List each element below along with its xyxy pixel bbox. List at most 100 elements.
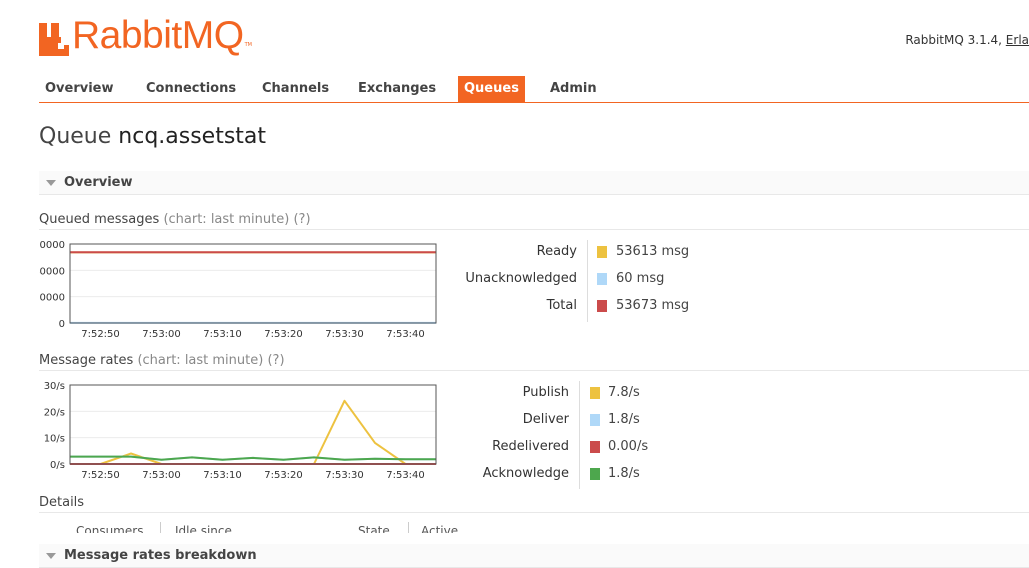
- message-rates-help[interactable]: (?): [267, 353, 284, 368]
- plot-area: [70, 385, 436, 464]
- legend-name: Ready: [536, 244, 577, 259]
- main-nav: Overview Connections Channels Exchanges …: [39, 76, 1029, 103]
- redelivered-color-swatch: [590, 441, 600, 453]
- tab-admin[interactable]: Admin: [544, 76, 603, 102]
- queued-messages-chart-svg: 0 20000 40000 60000 7:52:50 7:53:00 7:53:10 7:5…: [33, 240, 437, 340]
- total-color-swatch: [597, 300, 607, 312]
- x-tick-label: 7:52:50: [81, 329, 120, 340]
- y-tick-label: 0: [59, 319, 65, 330]
- message-rates-breakdown-toggle[interactable]: Message rates breakdown: [39, 544, 1029, 568]
- details-col-label: Active: [421, 524, 459, 533]
- unacknowledged-color-swatch: [597, 273, 607, 285]
- y-tick-label: 0/s: [50, 460, 65, 471]
- queue-name: ncq.assetstat: [118, 124, 267, 149]
- tab-overview[interactable]: Overview: [39, 76, 120, 102]
- details-divider: [39, 512, 1029, 513]
- x-tick-label: 7:53:30: [325, 470, 364, 481]
- page-title-prefix: Queue: [39, 124, 112, 149]
- details-col-label: Consumers: [76, 524, 144, 533]
- legend-name: Deliver: [522, 412, 569, 427]
- queued-messages-label: Queued messages: [39, 212, 160, 227]
- legend-value: 7.8/s: [608, 385, 640, 400]
- queued-messages-help[interactable]: (?): [293, 212, 310, 227]
- x-tick-label: 7:52:50: [81, 470, 120, 481]
- details-table-header: Consumers Idle since State Active: [76, 524, 496, 533]
- message-rates-label: Message rates: [39, 353, 134, 368]
- message-rates-chart: 0/s 10/s 20/s 30/s 7:52:50 7:53:00 7:53:10 7:53…: [39, 379, 469, 489]
- message-rates-chart-svg: 0/s 10/s 20/s 30/s 7:52:50 7:53:00 7:53:10 7:53…: [44, 381, 437, 481]
- overview-section-label: Overview: [64, 175, 133, 190]
- collapse-triangle-icon: [46, 180, 56, 186]
- x-tick-label: 7:53:10: [203, 329, 242, 340]
- legend-value: 1.8/s: [608, 412, 640, 427]
- legend-value: 60 msg: [616, 271, 665, 286]
- y-tick-label: 40000: [39, 266, 65, 277]
- legend-name: Acknowledge: [482, 466, 569, 481]
- x-tick-label: 7:53:10: [203, 470, 242, 481]
- legend-row-redelivered: Redelivered: [439, 439, 569, 455]
- legend-value: 0.00/s: [608, 439, 649, 454]
- brand-trademark: TM: [244, 42, 252, 48]
- legend-name: Unacknowledged: [465, 271, 577, 286]
- deliver-color-swatch: [590, 414, 600, 426]
- tab-queues[interactable]: Queues: [458, 76, 525, 102]
- details-col-label: Idle since: [175, 524, 232, 533]
- x-tick-label: 7:53:00: [142, 470, 181, 481]
- queued-messages-header: Queued messages (chart: last minute) (?): [39, 212, 1029, 230]
- legend-value: 53673 msg: [616, 298, 690, 313]
- collapse-triangle-icon: [46, 553, 56, 559]
- details-col-separator: [160, 522, 161, 533]
- y-tick-label: 60000: [39, 240, 65, 251]
- rabbit-logo-icon: [39, 23, 69, 56]
- message-rates-breakdown-label: Message rates breakdown: [64, 548, 257, 563]
- tab-channels[interactable]: Channels: [256, 76, 335, 102]
- queued-messages-chart-hint[interactable]: (chart: last minute): [163, 212, 289, 227]
- legend-row-deliver: Deliver: [439, 412, 569, 428]
- tab-exchanges[interactable]: Exchanges: [352, 76, 442, 102]
- message-rates-header: Message rates (chart: last minute) (?): [39, 353, 1029, 371]
- x-tick-label: 7:53:20: [264, 470, 303, 481]
- legend-row-unacknowledged: Unacknowledged: [439, 271, 577, 287]
- legend-value-publish: 7.8/s: [590, 385, 690, 401]
- y-tick-label: 20000: [39, 293, 65, 304]
- legend-value-redelivered: 0.00/s: [590, 439, 690, 455]
- rabbitmq-logo[interactable]: RabbitMQ TM: [39, 16, 252, 56]
- legend-value-ready: 53613 msg: [597, 244, 717, 260]
- legend-row-acknowledge: Acknowledge: [439, 466, 569, 482]
- legend-value-deliver: 1.8/s: [590, 412, 690, 428]
- acknowledge-color-swatch: [590, 468, 600, 480]
- y-tick-label: 10/s: [44, 434, 65, 445]
- x-tick-label: 7:53:30: [325, 329, 364, 340]
- legend-name: Redelivered: [492, 439, 569, 454]
- legend-row-publish: Publish: [439, 385, 569, 401]
- version-info: RabbitMQ 3.1.4, Erla: [905, 33, 1029, 47]
- overview-section-toggle[interactable]: Overview: [39, 171, 1029, 195]
- brand-name: RabbitMQ: [72, 14, 244, 57]
- legend-separator: [587, 240, 588, 322]
- legend-separator: [579, 381, 580, 489]
- plot-area: [70, 244, 436, 323]
- y-tick-label: 20/s: [44, 407, 65, 418]
- legend-row-ready: Ready: [439, 244, 577, 260]
- tab-connections[interactable]: Connections: [140, 76, 242, 102]
- message-rates-chart-hint[interactable]: (chart: last minute): [137, 353, 263, 368]
- ready-color-swatch: [597, 246, 607, 258]
- details-col-label: State: [358, 524, 390, 533]
- legend-row-total: Total: [439, 298, 577, 314]
- x-tick-label: 7:53:20: [264, 329, 303, 340]
- x-tick-label: 7:53:40: [386, 329, 425, 340]
- legend-name: Total: [546, 298, 577, 313]
- publish-color-swatch: [590, 387, 600, 399]
- legend-value-total: 53673 msg: [597, 298, 717, 314]
- legend-value-acknowledge: 1.8/s: [590, 466, 690, 482]
- legend-value-unacknowledged: 60 msg: [597, 271, 717, 287]
- x-tick-label: 7:53:00: [142, 329, 181, 340]
- page-title: Queue ncq.assetstat: [39, 124, 266, 149]
- legend-value: 53613 msg: [616, 244, 690, 259]
- legend-name: Publish: [522, 385, 569, 400]
- y-tick-label: 30/s: [44, 381, 65, 392]
- version-text: RabbitMQ 3.1.4,: [905, 33, 1006, 47]
- details-col-separator: [408, 522, 409, 533]
- erlang-version-link[interactable]: Erla: [1006, 33, 1029, 47]
- legend-value: 1.8/s: [608, 466, 640, 481]
